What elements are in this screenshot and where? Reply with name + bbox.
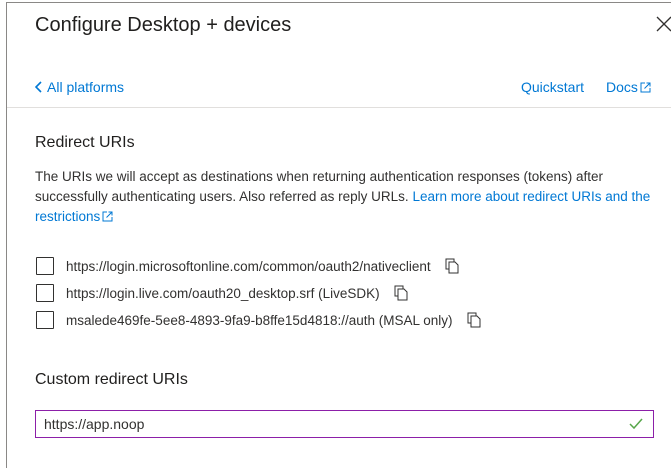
redirect-uris-heading: Redirect URIs [35,134,135,151]
checkmark-icon [629,418,643,430]
chevron-left-icon [35,81,42,93]
docs-label: Docs [606,79,638,95]
all-platforms-label: All platforms [47,79,125,95]
panel-title: Configure Desktop + devices [35,14,292,36]
copy-icon[interactable] [445,258,459,274]
copy-icon[interactable] [467,312,481,328]
uri-checkbox[interactable] [36,257,54,275]
redirect-uris-description: The URIs we will accept as destinations … [35,167,665,227]
redirect-uri-row: https://login.microsoftonline.com/common… [36,257,459,275]
copy-icon[interactable] [394,285,408,301]
external-link-icon [102,211,113,222]
quickstart-label: Quickstart [521,79,585,95]
header-divider [7,107,671,108]
external-link-icon [640,82,651,92]
custom-redirect-uris-heading: Custom redirect URIs [35,371,188,388]
custom-redirect-uri-input[interactable] [36,411,629,437]
docs-link[interactable]: Docs [606,79,651,95]
uri-checkbox[interactable] [36,284,54,302]
uri-label: https://login.microsoftonline.com/common… [66,258,431,274]
redirect-uri-row: msalede469fe-5ee8-4893-9fa9-b8ffe15d4818… [36,311,481,329]
uri-checkbox[interactable] [36,311,54,329]
close-icon[interactable] [654,14,671,34]
panel-frame [6,2,671,468]
quickstart-link[interactable]: Quickstart [521,79,584,95]
uri-label: https://login.live.com/oauth20_desktop.s… [66,285,380,301]
redirect-uri-row: https://login.live.com/oauth20_desktop.s… [36,284,408,302]
uri-label: msalede469fe-5ee8-4893-9fa9-b8ffe15d4818… [66,312,453,328]
all-platforms-link[interactable]: All platforms [35,79,124,95]
custom-redirect-uri-field [35,410,654,438]
